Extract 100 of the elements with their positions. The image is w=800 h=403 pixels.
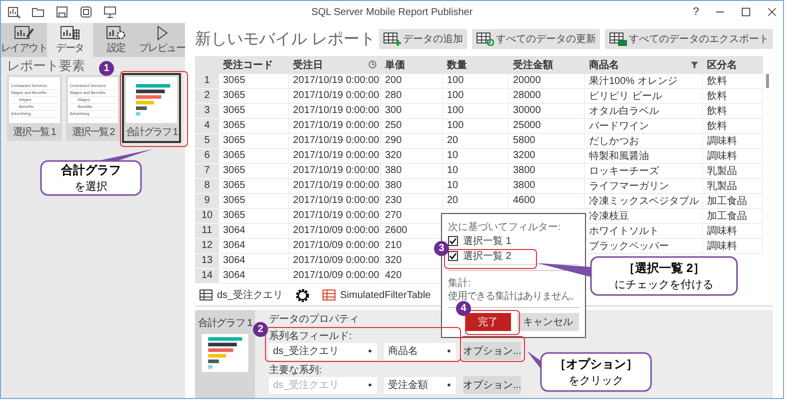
toolbar-button[interactable]: すべてのデータの更新 (472, 29, 600, 50)
close-icon[interactable] (767, 7, 777, 17)
table-cell: 3065 (219, 104, 289, 119)
table-refresh-icon (476, 32, 494, 46)
field-label: 系列名フィールド: (269, 330, 352, 342)
checkbox[interactable] (448, 251, 458, 262)
monitor-icon[interactable] (103, 5, 117, 19)
table-cell: 290 (381, 134, 443, 149)
table-cell: 380 (381, 178, 443, 194)
column-title: 区分名 (707, 58, 737, 72)
table-cell: 3064 (219, 238, 289, 254)
dropdown[interactable]: 受注金額 (384, 376, 456, 394)
chart-gear-icon (105, 25, 127, 41)
table-cell: 2017/10/19 0:00:00 (289, 208, 381, 224)
callout-text: をクリック (568, 374, 624, 388)
element-label: 選択一覧 2 (70, 126, 116, 140)
table-cell: 3065 (219, 88, 289, 104)
row-number: 12 (195, 238, 219, 254)
table-cell: バードワイン (585, 118, 703, 134)
open-folder-icon[interactable] (31, 5, 45, 19)
element-label[interactable]: 合計グラフ 1 (198, 316, 252, 330)
table-cell: 2017/10/09 0:00:00 (289, 224, 381, 239)
table-cell: 3200 (509, 148, 585, 164)
table-icon (322, 289, 336, 302)
column-title: 商品名 (589, 58, 619, 72)
options-button[interactable]: オプション... (463, 342, 521, 360)
row-number: 6 (195, 148, 219, 164)
cancel-button[interactable]: キャンセル (517, 313, 579, 331)
new-report-icon[interactable] (7, 5, 21, 19)
filter-icon[interactable] (690, 60, 699, 70)
settings-icon[interactable] (295, 288, 310, 303)
toolbar-button[interactable]: すべてのデータのエクスポート (605, 29, 773, 50)
callout-title: 合計グラフ (61, 162, 121, 179)
save-as-icon[interactable] (79, 5, 93, 19)
table-cell: 飲料 (703, 88, 763, 104)
table-cell: 調味料 (703, 224, 763, 239)
table-cell: 250 (381, 118, 443, 134)
help-button[interactable]: ? (692, 6, 699, 18)
table-cell: 300 (381, 104, 443, 119)
table-cell: 3064 (219, 224, 289, 239)
column-header[interactable]: 受注金額 (509, 56, 585, 74)
dataset-tab[interactable]: ds_受注クエリ (195, 288, 288, 302)
row-number: 10 (195, 208, 219, 224)
table-cell: 調味料 (703, 134, 763, 149)
save-icon[interactable] (55, 5, 69, 19)
popup-label: 集計: (448, 276, 472, 290)
column-header[interactable]: 商品名 (585, 56, 703, 74)
table-cell: 3800 (509, 178, 585, 194)
callout-title: ［選択一覧 2］ (622, 260, 705, 277)
table-cell: 2017/10/09 0:00:00 (289, 254, 381, 269)
row-number: 13 (195, 254, 219, 269)
section-heading: レポート要素 (7, 59, 85, 73)
row-number: 4 (195, 118, 219, 134)
table-cell: 20 (443, 134, 509, 149)
table-cell: 2017/10/19 0:00:00 (289, 178, 381, 194)
table-cell: 2017/10/09 0:00:00 (289, 238, 381, 254)
table-cell: ピリピリ ビール (585, 88, 703, 104)
checkbox-label[interactable]: 選択一覧 1 (463, 234, 512, 248)
table-cell: 3064 (219, 254, 289, 269)
column-header[interactable]: 数量 (443, 56, 509, 74)
table-cell: 280 (381, 88, 443, 104)
dropdown[interactable]: 商品名 (384, 342, 456, 360)
table-cell: 3065 (219, 74, 289, 89)
table-cell: 230 (381, 194, 443, 209)
row-number: 7 (195, 164, 219, 179)
dropdown[interactable]: ds_受注クエリ (269, 342, 377, 360)
scrollbar-thumb[interactable] (766, 74, 769, 88)
caret-icon (446, 382, 452, 388)
checkbox-label[interactable]: 選択一覧 2 (463, 249, 512, 264)
column-title: 数量 (447, 58, 467, 72)
toolbar-button[interactable]: データの追加 (379, 29, 467, 50)
table-cell: 2017/10/19 0:00:00 (289, 88, 381, 104)
step-badge: 3 (434, 241, 449, 256)
table-icon (199, 289, 213, 302)
report-element-card[interactable]: 合計グラフ 1 (124, 75, 180, 141)
table-cell: 2017/10/19 0:00:00 (289, 118, 381, 134)
table-cell: 果汁100% オレンジ (585, 74, 703, 89)
popup-note: 使用できる集計はありません。 (448, 290, 579, 302)
dataset-tab[interactable]: SimulatedFilterTable (318, 289, 435, 302)
table-cell: 10 (443, 164, 509, 179)
column-header[interactable]: 単価 (381, 56, 443, 74)
table-cell: だしかつお (585, 134, 703, 149)
column-header[interactable]: 受注コード (219, 56, 289, 74)
tab[interactable]: データ (47, 23, 93, 57)
row-number: 1 (195, 74, 219, 89)
dropdown: ds_受注クエリ (269, 376, 377, 394)
table-cell: 5800 (509, 134, 585, 149)
maximize-icon[interactable] (741, 7, 751, 17)
column-header[interactable]: 受注日 (289, 56, 381, 74)
done-button[interactable]: 完了 (465, 313, 511, 331)
clock-icon[interactable] (368, 60, 377, 70)
options-button[interactable]: オプション... (463, 376, 521, 394)
report-title: 新しいモバイル レポート (195, 30, 376, 50)
column-header[interactable]: 区分名 (703, 56, 763, 74)
column-title: 受注コード (223, 58, 273, 72)
table-cell: 2017/10/19 0:00:00 (289, 148, 381, 164)
row-number: 2 (195, 88, 219, 104)
checkbox[interactable] (448, 236, 458, 246)
callout-title: ［オプション］ (554, 356, 638, 373)
callout-text: を選択 (74, 180, 108, 194)
